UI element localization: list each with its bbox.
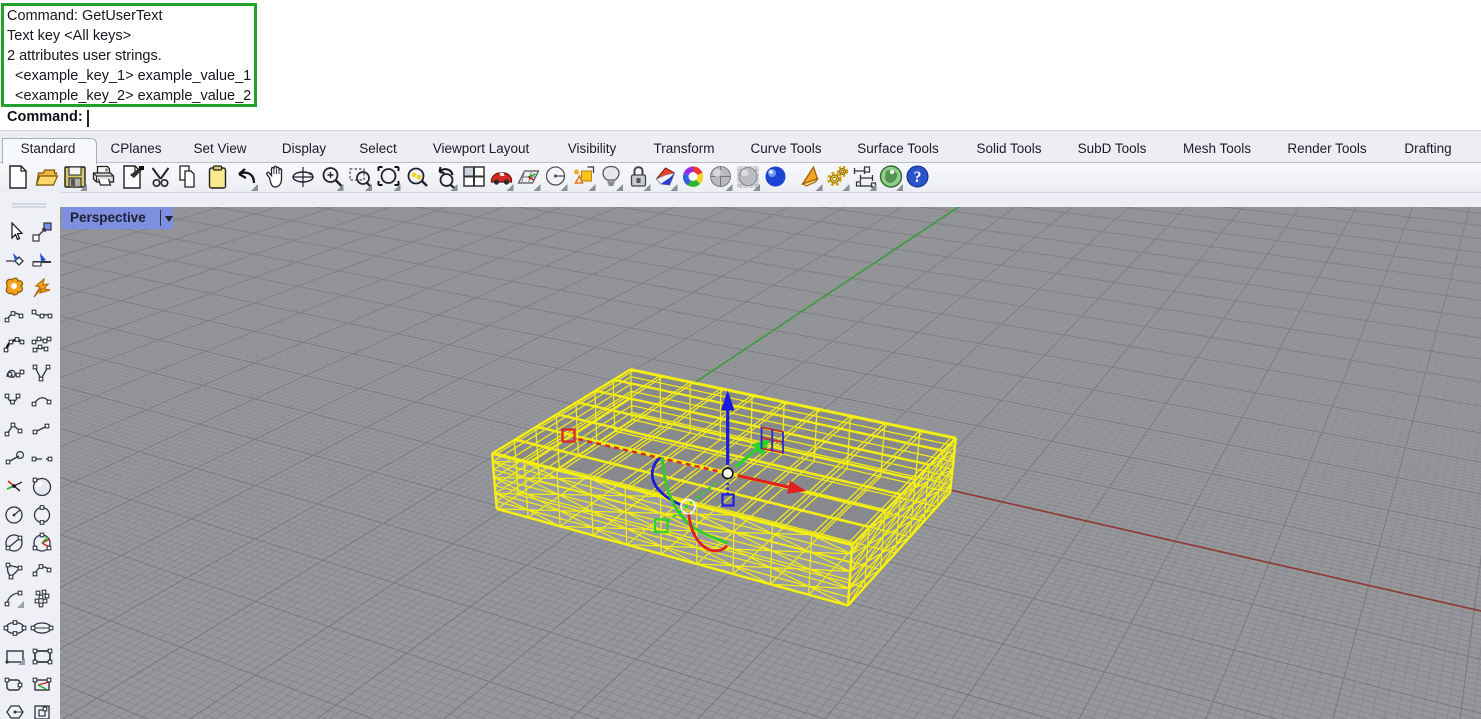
svg-text:?: ? [914,169,922,186]
